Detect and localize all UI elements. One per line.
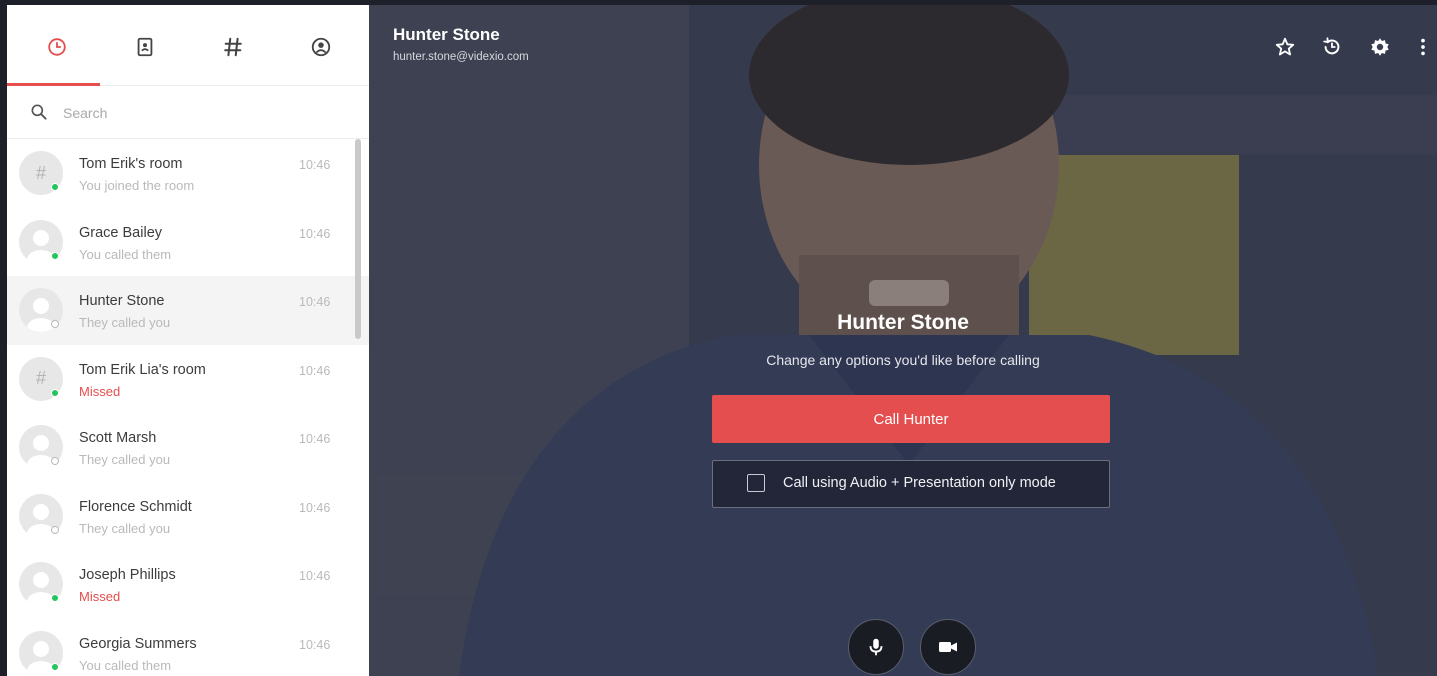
list-item[interactable]: # Tom Erik Lia's room Missed 10:46: [7, 345, 369, 414]
tab-recent[interactable]: [37, 27, 77, 67]
item-name: Grace Bailey: [79, 224, 163, 241]
audio-only-option[interactable]: Call using Audio + Presentation only mod…: [712, 460, 1110, 508]
item-time: 10:46: [299, 363, 331, 378]
item-subtitle: You called them: [79, 657, 172, 673]
hash-icon: [224, 37, 242, 57]
audio-only-label: Call using Audio + Presentation only mod…: [783, 475, 1056, 491]
tab-rooms[interactable]: [213, 27, 253, 67]
item-name: Joseph Phillips: [79, 567, 176, 583]
call-dialog-title: Hunter Stone: [837, 311, 969, 334]
sidebar-tabs: [7, 5, 369, 86]
call-dialog-subtitle: Change any options you'd like before cal…: [766, 352, 1040, 368]
camera-toggle-button[interactable]: [920, 619, 976, 675]
address-book-icon: [137, 37, 153, 57]
item-time: 10:46: [299, 226, 331, 241]
presence-indicator: [51, 320, 59, 328]
presence-indicator: [51, 388, 59, 397]
recent-call-list: # Tom Erik's room You joined the room 10:46…: [7, 139, 369, 676]
item-name: Georgia Summers: [79, 635, 197, 652]
history-icon: [1323, 37, 1340, 55]
tab-contacts[interactable]: [125, 27, 165, 67]
item-subtitle: They called you: [79, 315, 171, 330]
tab-profile[interactable]: [301, 27, 341, 67]
microphone-icon: [869, 638, 883, 656]
gear-icon: [1371, 38, 1389, 56]
list-scrollbar[interactable]: [355, 139, 361, 339]
video-camera-icon: [939, 642, 957, 652]
item-time: 10:46: [299, 295, 331, 309]
search-input[interactable]: [61, 100, 345, 126]
item-subtitle: They called you: [79, 520, 171, 536]
presence-indicator: [51, 251, 59, 260]
more-vertical-icon: [1421, 38, 1425, 56]
background-video-preview: [369, 5, 1437, 676]
presence-indicator: [51, 662, 59, 671]
presence-indicator: [51, 183, 59, 191]
contact-email: hunter.stone@videxio.com: [393, 51, 529, 63]
presence-indicator: [51, 594, 59, 602]
call-preview-panel: Hunter Stone hunter.stone@videxio.com Hu…: [369, 5, 1437, 676]
list-item[interactable]: Hunter Stone They called you 10:46: [7, 276, 369, 345]
list-item[interactable]: Grace Bailey You called them 10:46: [7, 208, 369, 277]
item-time: 10:46: [299, 637, 331, 652]
audio-only-checkbox[interactable]: [747, 474, 765, 492]
item-subtitle: They called you: [79, 452, 171, 467]
item-time: 10:46: [299, 432, 331, 446]
item-time: 10:46: [299, 569, 331, 583]
item-name: Tom Erik Lia's room: [79, 361, 206, 378]
favorite-button[interactable]: [1271, 33, 1299, 61]
list-item[interactable]: Joseph Phillips Missed 10:46: [7, 550, 369, 619]
item-name: Hunter Stone: [79, 293, 165, 309]
microphone-toggle-button[interactable]: [848, 619, 904, 675]
item-subtitle: Missed: [79, 383, 121, 399]
item-subtitle: You called them: [79, 246, 172, 262]
search-bar: [7, 86, 369, 139]
list-item[interactable]: Florence Schmidt They called you 10:46: [7, 482, 369, 551]
history-button[interactable]: [1318, 33, 1346, 61]
clock-icon: [48, 38, 66, 56]
call-button[interactable]: Call Hunter: [712, 395, 1110, 443]
more-options-button[interactable]: [1409, 33, 1437, 61]
item-name: Florence Schmidt: [79, 498, 192, 515]
presence-indicator: [51, 457, 59, 465]
item-time: 10:46: [299, 158, 331, 172]
list-item[interactable]: Scott Marsh They called you 10:46: [7, 413, 369, 482]
item-subtitle: Missed: [79, 589, 121, 604]
search-icon: [31, 104, 47, 120]
item-name: Tom Erik's room: [79, 156, 183, 172]
sidebar: #Tom Erik's roomYou joined the room10:46…: [7, 5, 369, 676]
contact-name: Hunter Stone: [393, 25, 500, 44]
item-time: 10:46: [299, 500, 331, 515]
item-subtitle: You joined the room: [79, 178, 195, 193]
user-circle-icon: [311, 37, 331, 57]
list-item[interactable]: # Tom Erik's room You joined the room 10:46: [7, 139, 369, 208]
item-name: Scott Marsh: [79, 430, 157, 446]
settings-button[interactable]: [1366, 33, 1394, 61]
list-item[interactable]: Georgia Summers You called them 10:46: [7, 619, 369, 676]
presence-indicator: [51, 525, 59, 534]
star-icon: [1275, 37, 1295, 56]
